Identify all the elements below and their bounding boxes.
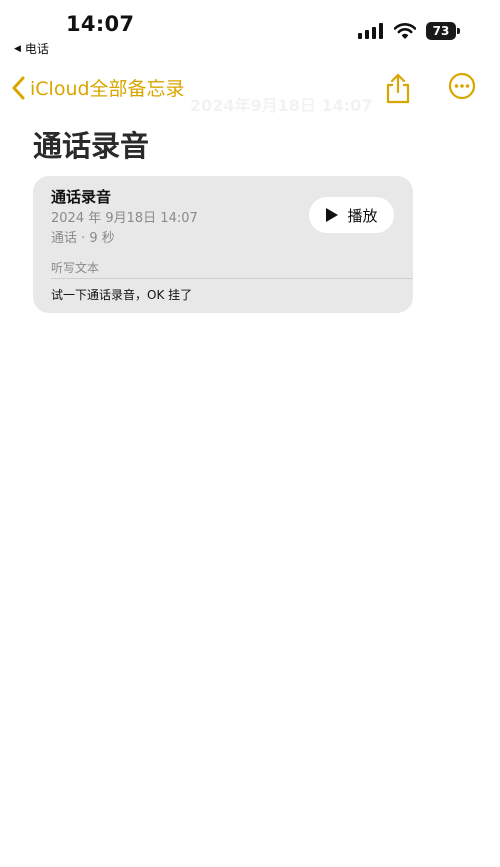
chevron-left-icon [12, 76, 25, 99]
transcript-label: 听写文本 [51, 261, 100, 275]
wifi-icon [394, 23, 416, 39]
note-title[interactable]: 通话录音 [33, 123, 149, 165]
system-icons: 73 [358, 22, 460, 40]
status-bar: 14:07 ◀ 电话 73 [0, 0, 500, 60]
play-icon [326, 208, 339, 222]
call-recording-card[interactable]: 通话录音 2024 年 9月18日 14:07 通话 · 9 秒 播放 听写文本… [33, 176, 413, 313]
back-to-app-label: 电话 [24, 42, 49, 56]
play-button-label: 播放 [347, 206, 378, 225]
share-icon [386, 73, 410, 104]
back-to-app[interactable]: ◀ 电话 [14, 40, 49, 57]
share-button[interactable] [384, 72, 412, 108]
recording-title: 通话录音 [51, 188, 112, 206]
cellular-signal-icon [358, 23, 383, 39]
navigation-bar: iCloud全部备忘录 2024年9月18日 14:07 [0, 68, 500, 115]
more-options-button[interactable] [448, 72, 476, 104]
recording-date: 2024 年 9月18日 14:07 [51, 211, 198, 226]
back-triangle-icon: ◀ [14, 43, 21, 54]
battery-level: 73 [432, 24, 450, 38]
back-button-label: iCloud全部备忘录 [30, 78, 185, 100]
recording-meta: 通话 · 9 秒 [51, 231, 115, 246]
back-button[interactable]: iCloud全部备忘录 [12, 74, 185, 101]
faded-nav-title: 2024年9月18日 14:07 [190, 96, 373, 115]
battery-tip [457, 28, 460, 34]
card-divider [51, 278, 413, 279]
transcript-text: 试一下通话录音，OK 挂了 [51, 288, 193, 302]
battery-icon: 73 [426, 22, 460, 40]
status-time: 14:07 [66, 12, 135, 36]
play-button[interactable]: 播放 [309, 197, 394, 233]
more-ellipsis-icon [448, 72, 476, 100]
